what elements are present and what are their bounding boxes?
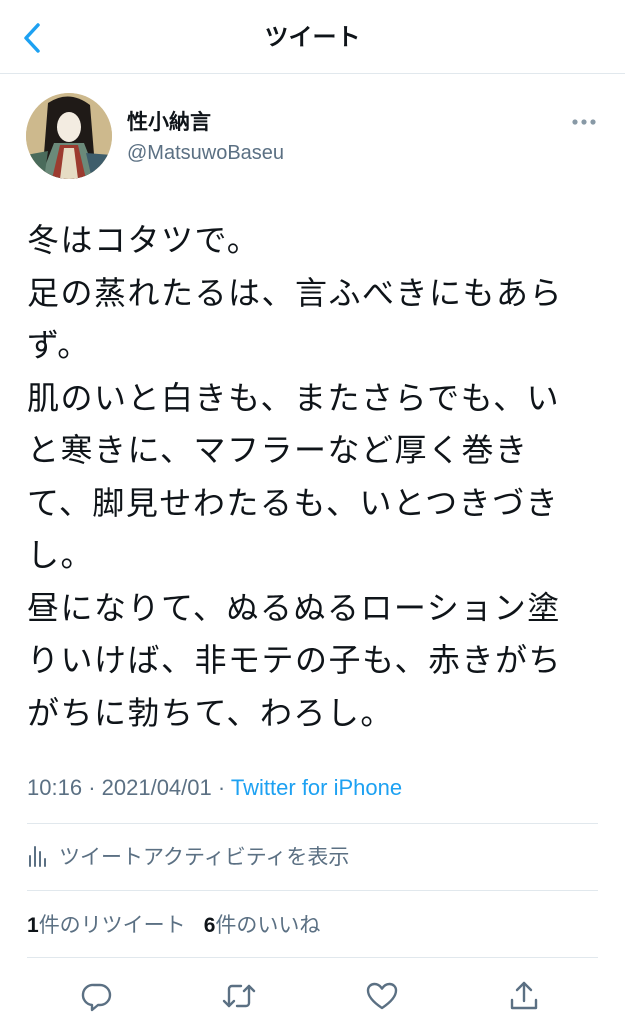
more-icon <box>572 119 596 125</box>
tweet-line: 足の蒸れたるは、言ふべきにもあら <box>27 273 564 312</box>
activity-label: ツイートアクティビティを表示 <box>59 845 350 869</box>
tweet-line: し。 <box>27 536 95 574</box>
share-icon <box>510 981 538 1010</box>
retweets-count: 1 <box>27 914 39 937</box>
retweets-label: 件のリツイート <box>38 913 186 937</box>
retweet-icon <box>222 984 256 1008</box>
tweet-source-link[interactable]: Twitter for iPhone <box>231 775 402 800</box>
retweets-stat[interactable]: 1件のリツイート <box>27 909 186 939</box>
tweet-line: 昼になりて、ぬるぬるローション塗 <box>27 588 561 627</box>
reply-button[interactable] <box>77 976 117 1016</box>
analytics-icon <box>29 846 46 867</box>
reply-icon <box>81 983 112 1012</box>
likes-label: 件のいいね <box>215 913 321 937</box>
tweet-meta: 10:16 · 2021/04/01 · Twitter for iPhone <box>27 773 402 803</box>
tweet-date: 2021/04/01 <box>101 775 212 800</box>
share-button[interactable] <box>504 976 544 1016</box>
divider <box>27 823 598 824</box>
meta-separator: · <box>217 775 226 800</box>
tweet-stats: 1件のリツイート 6件のいいね <box>27 907 320 941</box>
tweet-text: 冬はコタツで。 足の蒸れたるは、言ふべきにもあら ず。 肌のいと白きも、またさら… <box>27 214 607 739</box>
author-name[interactable]: 性小納言 <box>127 108 211 136</box>
tweet-line: がちに勃ちて、わろし。 <box>27 693 394 732</box>
tweet-line: ず。 <box>27 326 91 364</box>
retweet-button[interactable] <box>219 976 259 1016</box>
avatar-portrait-image <box>26 93 112 179</box>
likes-stat[interactable]: 6件のいいね <box>204 909 321 939</box>
avatar[interactable] <box>26 93 112 179</box>
tweet-line: 冬はコタツで。 <box>27 221 261 259</box>
tweet-line: 肌のいと白きも、またさらでも、い <box>27 378 561 417</box>
likes-count: 6 <box>203 914 216 937</box>
tweet-line: りいけば、非モテの子も、赤きがち <box>27 641 563 679</box>
tweet-line: て、脚見せわたるも、いとつきづき <box>27 483 560 522</box>
navigation-bar: ツイート <box>0 0 625 74</box>
tweet-actions <box>0 972 625 1018</box>
divider <box>27 890 598 891</box>
more-options-button[interactable] <box>566 108 602 136</box>
meta-separator: · <box>88 775 96 800</box>
page-title: ツイート <box>264 23 361 51</box>
tweet-activity-link[interactable]: ツイートアクティビティを表示 <box>27 838 349 874</box>
author-handle[interactable]: @MatsuwoBaseu <box>127 140 284 166</box>
tweet-time: 10:16 <box>27 775 83 800</box>
like-button[interactable] <box>362 976 402 1016</box>
divider <box>27 957 598 958</box>
heart-icon <box>366 982 398 1010</box>
tweet-line: と寒きに、マフラーなど厚く巻き <box>27 431 529 469</box>
